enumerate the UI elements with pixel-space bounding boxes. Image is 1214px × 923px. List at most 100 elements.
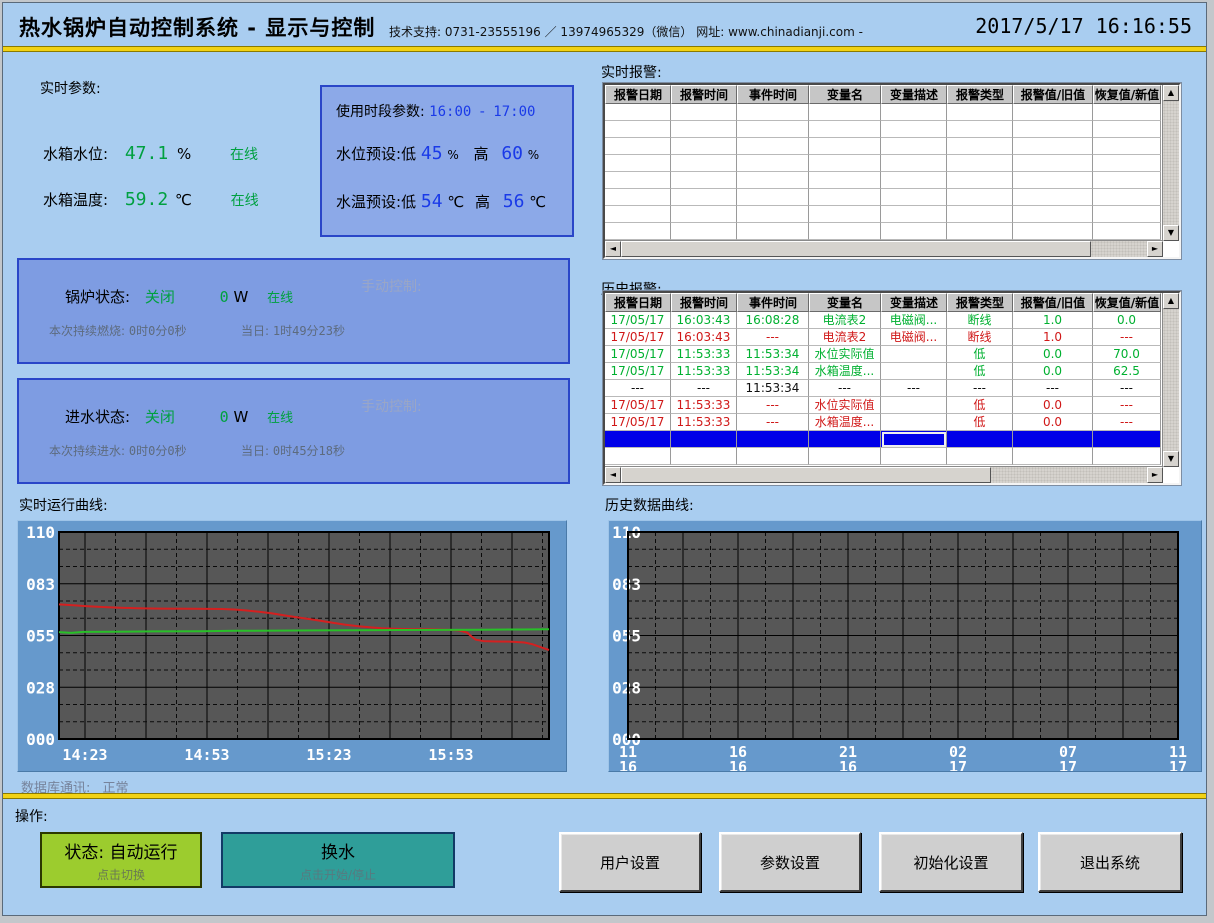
table-cell[interactable] — [1093, 448, 1161, 465]
table-cell[interactable] — [1013, 155, 1093, 172]
horizontal-scrollbar[interactable]: ◄ ► — [605, 466, 1163, 483]
table-row[interactable]: 17/05/1711:53:3311:53:34水箱温度...低0.062.5 — [605, 363, 1163, 380]
table-cell[interactable]: 17/05/17 — [605, 346, 671, 363]
table-cell[interactable]: 0.0 — [1013, 346, 1093, 363]
table-cell[interactable]: 16:08:28 — [737, 312, 809, 329]
table-cell[interactable]: 11:53:34 — [737, 380, 809, 397]
table-cell[interactable]: 62.5 — [1093, 363, 1161, 380]
table-cell[interactable]: 0.0 — [1013, 363, 1093, 380]
table-cell[interactable]: 0.0 — [1013, 397, 1093, 414]
table-cell[interactable]: --- — [605, 380, 671, 397]
table-cell[interactable]: 11:53:33 — [671, 414, 737, 431]
column-header[interactable]: 变量名 — [809, 293, 881, 312]
table-cell[interactable]: 11:53:33 — [671, 397, 737, 414]
table-cell[interactable] — [1093, 431, 1161, 448]
table-cell[interactable]: --- — [1093, 414, 1161, 431]
table-row[interactable]: 17/05/1711:53:33---水位实际值低0.0--- — [605, 397, 1163, 414]
init-settings-button[interactable]: 初始化设置 — [879, 832, 1023, 892]
column-header[interactable]: 变量描述 — [881, 85, 947, 104]
table-cell[interactable] — [1013, 431, 1093, 448]
column-header[interactable]: 报警时间 — [671, 85, 737, 104]
table-cell[interactable] — [881, 104, 947, 121]
table-cell[interactable] — [881, 138, 947, 155]
table-cell[interactable] — [671, 206, 737, 223]
table-row[interactable] — [605, 172, 1163, 189]
table-cell[interactable] — [1093, 121, 1161, 138]
table-cell[interactable] — [881, 397, 947, 414]
table-cell[interactable] — [737, 431, 809, 448]
column-header[interactable]: 报警类型 — [947, 85, 1013, 104]
column-header[interactable]: 报警值/旧值 — [1013, 293, 1093, 312]
table-cell[interactable]: 1.0 — [1013, 312, 1093, 329]
table-row[interactable]: 17/05/1711:53:33---水箱温度...低0.0--- — [605, 414, 1163, 431]
table-cell[interactable] — [605, 206, 671, 223]
realtime-alarm-table[interactable]: 报警日期报警时间事件时间变量名变量描述报警类型报警值/旧值恢复值/新值 ▲ ▼ … — [603, 83, 1181, 259]
history-alarm-table[interactable]: 报警日期报警时间事件时间变量名变量描述报警类型报警值/旧值恢复值/新值17/05… — [603, 291, 1181, 485]
column-header[interactable]: 报警日期 — [605, 85, 671, 104]
table-cell[interactable]: --- — [671, 380, 737, 397]
table-cell[interactable]: 17/05/17 — [605, 312, 671, 329]
table-cell[interactable] — [809, 448, 881, 465]
table-cell[interactable] — [605, 104, 671, 121]
scroll-right-icon[interactable]: ► — [1147, 241, 1163, 257]
table-cell[interactable]: --- — [737, 329, 809, 346]
table-row[interactable] — [605, 138, 1163, 155]
table-cell[interactable]: 断线 — [947, 329, 1013, 346]
table-row[interactable] — [605, 431, 1163, 448]
table-cell[interactable]: 17/05/17 — [605, 329, 671, 346]
table-cell[interactable] — [809, 223, 881, 240]
column-header[interactable]: 恢复值/新值 — [1093, 293, 1161, 312]
table-cell[interactable] — [947, 206, 1013, 223]
table-row[interactable] — [605, 223, 1163, 240]
vertical-scrollbar[interactable]: ▲ ▼ — [1162, 85, 1179, 241]
column-header[interactable]: 报警值/旧值 — [1013, 85, 1093, 104]
table-cell[interactable] — [737, 138, 809, 155]
table-cell[interactable] — [671, 104, 737, 121]
table-cell[interactable]: 低 — [947, 363, 1013, 380]
column-header[interactable]: 变量描述 — [881, 293, 947, 312]
table-cell[interactable] — [947, 431, 1013, 448]
column-header[interactable]: 事件时间 — [737, 85, 809, 104]
scroll-down-icon[interactable]: ▼ — [1163, 451, 1179, 467]
table-cell[interactable] — [809, 155, 881, 172]
table-cell[interactable]: 11:53:34 — [737, 363, 809, 380]
table-cell[interactable]: 17/05/17 — [605, 414, 671, 431]
column-header[interactable]: 报警类型 — [947, 293, 1013, 312]
table-cell[interactable] — [737, 104, 809, 121]
table-cell[interactable] — [947, 223, 1013, 240]
table-cell[interactable]: 0.0 — [1093, 312, 1161, 329]
table-cell[interactable]: 断线 — [947, 312, 1013, 329]
table-cell[interactable] — [881, 223, 947, 240]
table-cell[interactable] — [737, 448, 809, 465]
table-cell[interactable]: --- — [1013, 380, 1093, 397]
boiler-manual-label[interactable]: 手动控制: — [361, 276, 422, 296]
column-header[interactable]: 事件时间 — [737, 293, 809, 312]
table-cell[interactable]: --- — [1093, 329, 1161, 346]
table-cell[interactable] — [1093, 172, 1161, 189]
table-cell[interactable]: 0.0 — [1013, 414, 1093, 431]
table-cell[interactable] — [881, 346, 947, 363]
table-cell[interactable] — [809, 189, 881, 206]
table-cell[interactable] — [881, 189, 947, 206]
table-cell[interactable]: 11:53:33 — [671, 363, 737, 380]
table-cell[interactable] — [1013, 448, 1093, 465]
table-cell[interactable] — [1013, 189, 1093, 206]
table-cell[interactable] — [605, 172, 671, 189]
table-cell[interactable] — [737, 121, 809, 138]
param-settings-button[interactable]: 参数设置 — [719, 832, 861, 892]
table-cell[interactable] — [881, 363, 947, 380]
table-cell[interactable]: 电流表2 — [809, 312, 881, 329]
table-cell[interactable] — [605, 448, 671, 465]
table-cell[interactable] — [1013, 172, 1093, 189]
horizontal-scrollbar[interactable]: ◄ ► — [605, 240, 1163, 257]
column-header[interactable]: 报警时间 — [671, 293, 737, 312]
table-cell[interactable] — [947, 448, 1013, 465]
table-row[interactable] — [605, 206, 1163, 223]
table-cell[interactable] — [671, 223, 737, 240]
table-row[interactable]: 17/05/1716:03:4316:08:28电流表2电磁阀...断线1.00… — [605, 312, 1163, 329]
table-cell[interactable] — [1093, 189, 1161, 206]
table-cell[interactable] — [737, 155, 809, 172]
table-cell[interactable]: 电流表2 — [809, 329, 881, 346]
table-row[interactable] — [605, 189, 1163, 206]
table-cell[interactable] — [809, 121, 881, 138]
